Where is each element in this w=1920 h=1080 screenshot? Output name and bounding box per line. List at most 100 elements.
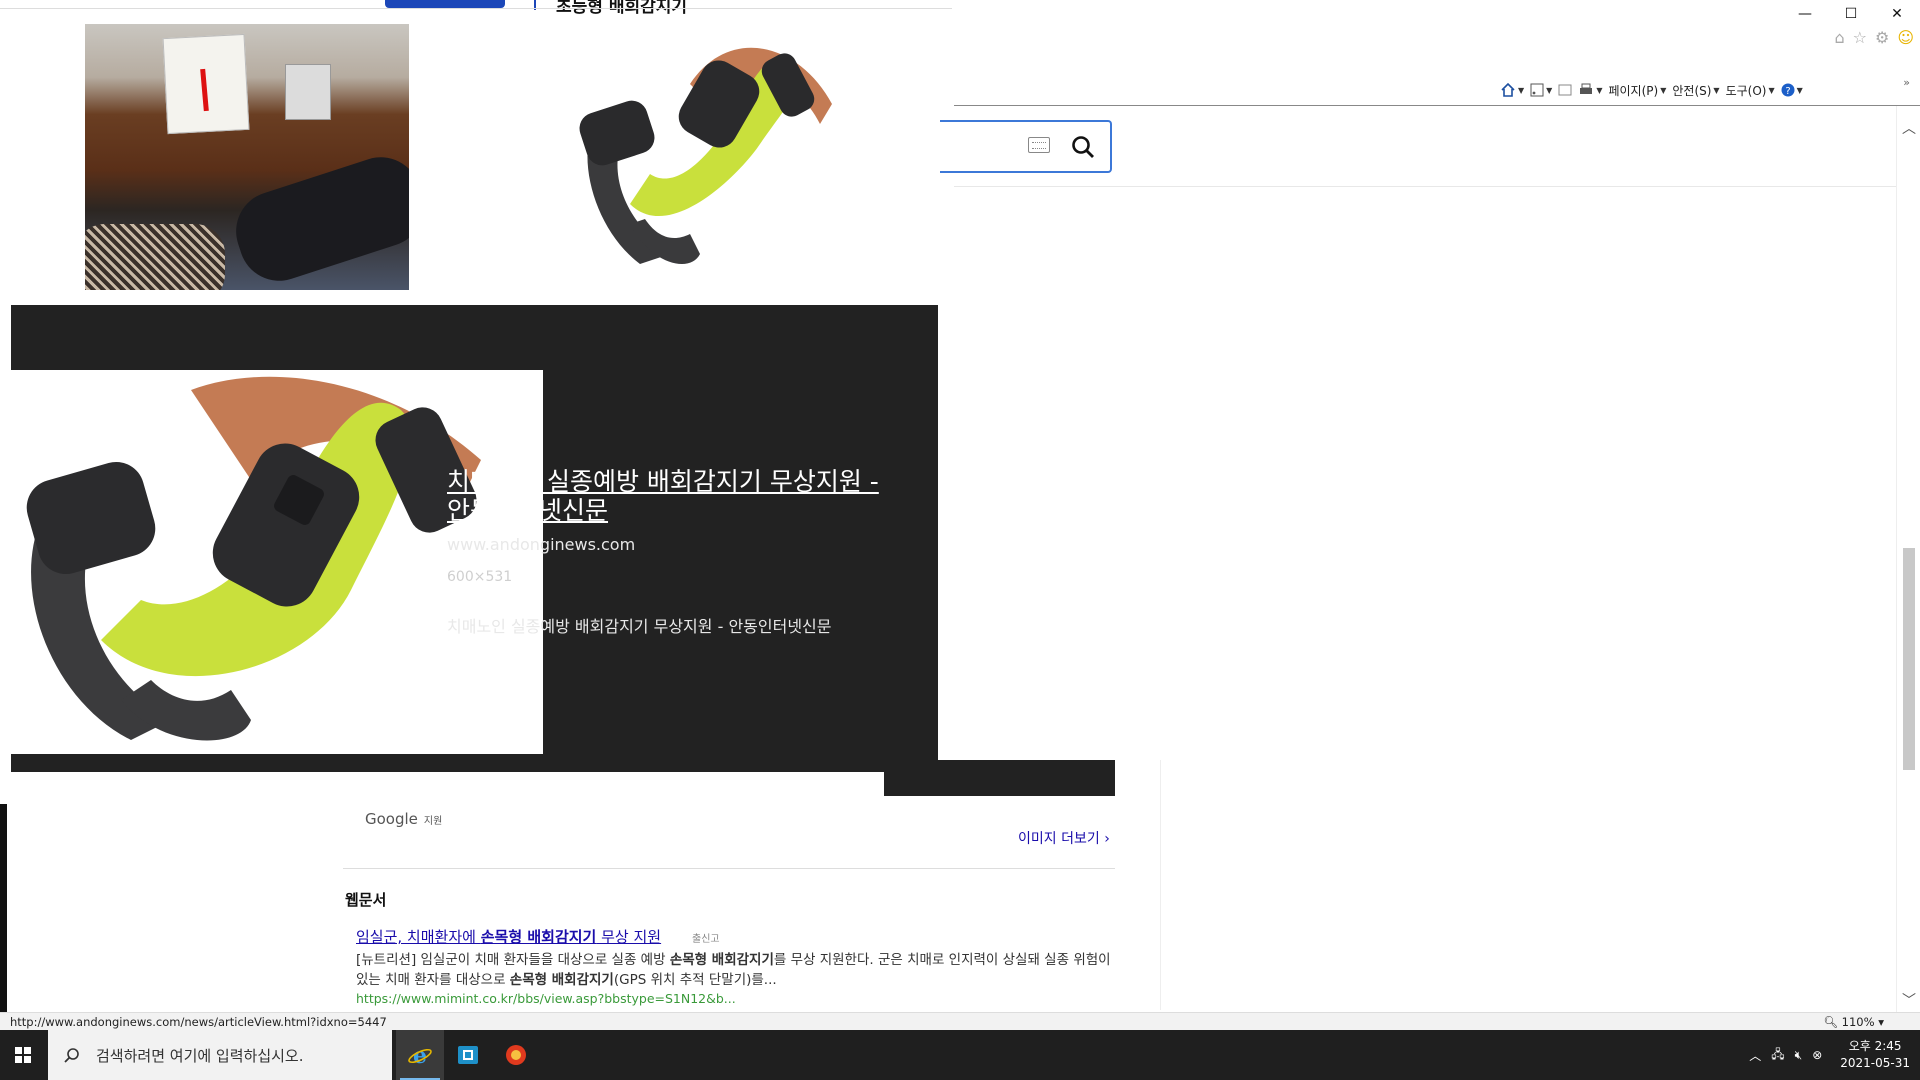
close-button[interactable]: ✕: [1874, 0, 1920, 28]
image-thumbnail-2[interactable]: [570, 24, 850, 280]
tools-menu[interactable]: 도구(O) ▼: [1726, 82, 1775, 99]
status-url: http://www.andonginews.com/news/articleV…: [10, 1015, 387, 1029]
preview-image[interactable]: [11, 370, 543, 754]
column-divider: [1160, 760, 1161, 1010]
chrome-separator: [954, 105, 1920, 106]
snippet-part-3: (GPS 위치 추적 단말기)를...: [613, 972, 777, 988]
home-button[interactable]: ▼: [1500, 83, 1524, 97]
snippet-bold-1: 손목형 배회감지기: [669, 952, 774, 968]
taskbar: 검색하려면 여기에 입력하십시오. e ︿ 🖧︎ 🔇︎ ⊗ 오후 2:45 20…: [0, 1030, 1920, 1080]
result-title-bold: 손목형 배회감지기: [480, 928, 597, 946]
site-logo[interactable]: [385, 0, 505, 8]
result-title-link[interactable]: 임실군, 치매환자에 손목형 배회감지기 무상 지원: [356, 926, 661, 947]
result-title-pre: 임실군, 치매환자에: [356, 928, 481, 946]
image-thumbnail-1[interactable]: [85, 24, 409, 290]
search-divider: [954, 186, 1898, 187]
taskbar-search-input[interactable]: 검색하려면 여기에 입력하십시오.: [48, 1030, 392, 1080]
minimize-button[interactable]: —: [1782, 0, 1828, 28]
ie-icon: e: [408, 1043, 432, 1068]
window-controls: — ☐ ✕: [1780, 0, 1920, 28]
status-bar: http://www.andonginews.com/news/articleV…: [0, 1012, 1920, 1030]
result-url[interactable]: https://www.mimint.co.kr/bbs/view.asp?bb…: [356, 991, 736, 1006]
zoom-icon: 🔍︎: [1823, 1015, 1839, 1029]
volume-muted-icon[interactable]: 🔇︎: [1795, 1048, 1803, 1063]
scroll-up-icon[interactable]: ︿: [1897, 116, 1920, 140]
store-icon: [458, 1046, 478, 1064]
svg-text:e: e: [413, 1043, 427, 1068]
preview-size: 600×531: [447, 569, 513, 585]
chevron-up-icon[interactable]: ︿: [1749, 1047, 1761, 1064]
help-button[interactable]: ? ▼: [1781, 83, 1803, 97]
page-menu-label: 페이지(P): [1608, 83, 1659, 98]
home-icon: [1501, 83, 1515, 97]
preview-tail: [884, 760, 1115, 796]
taskbar-ie[interactable]: e: [396, 1030, 444, 1080]
mail-button[interactable]: [1558, 84, 1572, 96]
web-docs-heading: 웹문서: [345, 891, 387, 909]
tools-menu-label: 도구(O): [1725, 83, 1767, 98]
snippet-bold-2: 손목형 배회감지기: [509, 972, 614, 988]
scrollbar-thumb[interactable]: [1903, 548, 1915, 770]
browser-icons: ⌂ ☆ ⚙ ☺: [1834, 28, 1914, 47]
windows-icon: [15, 1047, 31, 1063]
rss-icon: [1530, 83, 1544, 97]
mail-icon: [1558, 84, 1572, 96]
more-images-link[interactable]: 이미지 더보기 ›: [1018, 828, 1110, 848]
smiley-icon[interactable]: ☺: [1897, 28, 1914, 47]
command-bar: ▼ ▼ ▼ 페이지(P) ▼ 안전(S) ▼ 도구(O) ▼ ? ▼: [1500, 78, 1916, 102]
print-button[interactable]: ▼: [1578, 83, 1602, 97]
section-divider: [343, 868, 1115, 869]
google-label-text: Google: [365, 810, 418, 828]
clock-date: 2021-05-31: [1840, 1056, 1910, 1070]
more-images-label: 이미지 더보기: [1018, 831, 1100, 847]
preview-title-link[interactable]: 치매노인 실종예방 배회감지기 무상지원 - 안동인터넷신문: [447, 467, 897, 525]
network-icon[interactable]: 🖧︎: [1771, 1045, 1784, 1066]
taskbar-store[interactable]: [444, 1030, 492, 1080]
safety-menu-label: 안전(S): [1672, 83, 1712, 98]
google-label: Google 지원: [365, 810, 442, 828]
google-label-sub: 지원: [423, 816, 443, 827]
home-icon[interactable]: ⌂: [1834, 28, 1844, 47]
help-icon: ?: [1781, 83, 1795, 97]
preview-domain: www.andonginews.com: [447, 535, 636, 554]
clock-time: 오후 2:45: [1848, 1039, 1902, 1053]
browser-window: 초등형 배회감지기 — ☐ ✕ ⌂ ☆ ⚙ ☺ ▼ ▼ ▼ 페이지(P) ▼ 안전…: [0, 0, 1920, 1080]
chevron-right-icon[interactable]: »: [1903, 76, 1910, 89]
keyboard-icon[interactable]: [1028, 137, 1050, 153]
taskbar-app-red[interactable]: [492, 1030, 540, 1080]
snippet-part-1: [뉴트리션] 임실군이 치매 환자들을 대상으로 실종 예방: [356, 952, 670, 968]
search-input[interactable]: [940, 120, 1112, 173]
report-link[interactable]: 출신고: [692, 930, 720, 945]
device-box: [285, 64, 331, 120]
clock[interactable]: 오후 2:45 2021-05-31: [1840, 1038, 1910, 1072]
svg-text:?: ?: [1785, 86, 1790, 97]
zoom-control[interactable]: 🔍︎ 110% ▾: [1823, 1015, 1884, 1029]
print-icon: [1580, 83, 1593, 94]
star-icon[interactable]: ☆: [1853, 28, 1867, 47]
gear-icon[interactable]: ⚙: [1875, 28, 1889, 47]
search-icon[interactable]: [1070, 134, 1096, 160]
safety-menu[interactable]: 안전(S) ▼: [1672, 82, 1719, 99]
app-icon: [506, 1045, 526, 1065]
wrist-with-band: [225, 146, 409, 290]
scroll-down-icon[interactable]: ﹀: [1897, 988, 1920, 1012]
close-circle-icon[interactable]: ⊗: [1812, 1048, 1822, 1062]
page-scrollbar[interactable]: ︿ ﹀: [1896, 106, 1920, 1012]
search-icon: [64, 1048, 79, 1063]
page-menu[interactable]: 페이지(P) ▼: [1608, 82, 1666, 99]
sleeve: [85, 224, 225, 290]
system-tray: ︿ 🖧︎ 🔇︎ ⊗ 오후 2:45 2021-05-31: [1749, 1030, 1920, 1080]
wristband-image: [11, 370, 543, 754]
start-button[interactable]: [0, 1030, 46, 1080]
zoom-level: 110%: [1841, 1015, 1875, 1029]
result-title-post: 무상 지원: [596, 928, 662, 946]
maximize-button[interactable]: ☐: [1828, 0, 1874, 28]
left-edge-bar: [0, 804, 7, 1030]
header-divider-line: [0, 8, 952, 9]
taskbar-search-placeholder: 검색하려면 여기에 입력하십시오.: [96, 1046, 304, 1065]
chevron-down-icon: ▾: [1878, 1015, 1884, 1029]
feeds-button[interactable]: ▼: [1530, 83, 1552, 97]
result-snippet: [뉴트리션] 임실군이 치매 환자들을 대상으로 실종 예방 손목형 배회감지기…: [356, 950, 1116, 990]
image-preview-panel: 치매노인 실종예방 배회감지기 무상지원 - 안동인터넷신문 www.andon…: [11, 305, 938, 772]
preview-description: 치매노인 실종예방 배회감지기 무상지원 - 안동인터넷신문: [447, 617, 832, 636]
